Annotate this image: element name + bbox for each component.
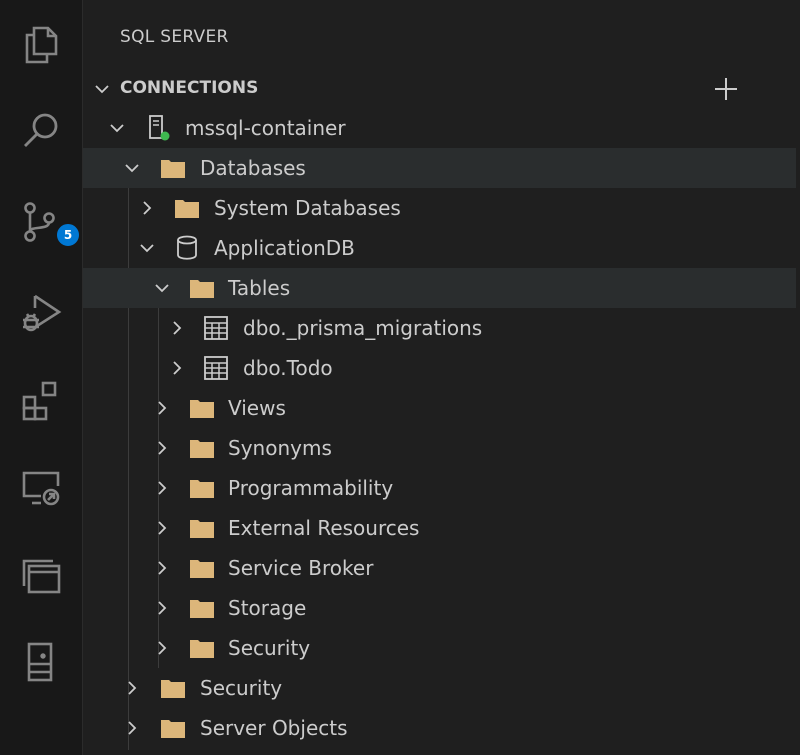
table-icon bbox=[204, 356, 228, 380]
extensions-icon[interactable] bbox=[15, 374, 67, 426]
folder-icon bbox=[190, 280, 214, 298]
tree-item-table[interactable]: dbo.Todo bbox=[83, 348, 796, 388]
sql-server-icon[interactable] bbox=[15, 548, 67, 600]
tree-item-db-security[interactable]: Security bbox=[83, 628, 796, 668]
tree-item-service-broker[interactable]: Service Broker bbox=[83, 548, 796, 588]
folder-icon bbox=[161, 160, 185, 178]
chevron-right-icon bbox=[143, 201, 152, 215]
chevron-down-icon bbox=[140, 244, 154, 253]
tables-label: Tables bbox=[228, 276, 291, 300]
tree-item-storage[interactable]: Storage bbox=[83, 588, 796, 628]
tree-item-views[interactable]: Views bbox=[83, 388, 796, 428]
server-icon bbox=[149, 115, 170, 141]
views-label: Views bbox=[228, 396, 286, 420]
source-control-badge: 5 bbox=[55, 222, 81, 248]
connections-section-header[interactable]: CONNECTIONS bbox=[83, 70, 800, 106]
database-cylinder-icon bbox=[177, 235, 197, 260]
chevron-down-icon bbox=[110, 124, 124, 133]
remote-explorer-icon[interactable] bbox=[15, 462, 67, 514]
activity-bar: 5 bbox=[0, 0, 83, 755]
tree-item-table[interactable]: dbo._prisma_migrations bbox=[83, 308, 796, 348]
chevron-down-icon bbox=[155, 284, 169, 293]
tree-item-external-resources[interactable]: External Resources bbox=[83, 508, 796, 548]
tree-item-programmability[interactable]: Programmability bbox=[83, 468, 796, 508]
chevron-right-icon bbox=[158, 481, 167, 495]
search-icon[interactable] bbox=[15, 104, 67, 156]
folder-icon bbox=[190, 480, 214, 498]
server-name: mssql-container bbox=[185, 116, 346, 140]
table-name: dbo._prisma_migrations bbox=[243, 316, 483, 340]
folder-icon bbox=[161, 680, 185, 698]
db-security-label: Security bbox=[228, 636, 311, 660]
folder-icon bbox=[190, 560, 214, 578]
synonyms-label: Synonyms bbox=[228, 436, 332, 460]
folder-icon bbox=[190, 520, 214, 538]
chevron-right-icon bbox=[158, 561, 167, 575]
connections-label: CONNECTIONS bbox=[120, 78, 259, 98]
tree-item-applicationdb[interactable]: ApplicationDB bbox=[83, 228, 796, 268]
table-icon bbox=[204, 316, 228, 340]
databases-label: Databases bbox=[200, 156, 306, 180]
chevron-right-icon bbox=[158, 521, 167, 535]
folder-icon bbox=[190, 640, 214, 658]
chevron-right-icon bbox=[158, 401, 167, 415]
tree-item-server[interactable]: mssql-container bbox=[83, 108, 796, 148]
folder-icon bbox=[161, 720, 185, 738]
chevron-right-icon bbox=[173, 361, 182, 375]
system-databases-label: System Databases bbox=[214, 196, 401, 220]
chevron-right-icon bbox=[158, 641, 167, 655]
run-debug-icon[interactable] bbox=[15, 286, 67, 338]
plus-icon[interactable] bbox=[711, 74, 741, 104]
external-resources-label: External Resources bbox=[228, 516, 420, 540]
folder-icon bbox=[190, 600, 214, 618]
chevron-right-icon bbox=[158, 601, 167, 615]
server-security-label: Security bbox=[200, 676, 283, 700]
tree-item-system-databases[interactable]: System Databases bbox=[83, 188, 796, 228]
chevron-down-icon bbox=[125, 164, 139, 173]
service-broker-label: Service Broker bbox=[228, 556, 374, 580]
source-control-icon[interactable]: 5 bbox=[15, 196, 81, 248]
chevron-down-icon bbox=[95, 85, 109, 94]
sql-server-sidebar: SQL SERVER CONNECTIONS mssql-container D… bbox=[83, 0, 800, 755]
server-objects-label: Server Objects bbox=[200, 716, 348, 740]
tree-item-databases[interactable]: Databases bbox=[83, 148, 796, 188]
database-icon[interactable] bbox=[15, 636, 67, 688]
tree-item-server-objects[interactable]: Server Objects bbox=[83, 708, 796, 748]
applicationdb-label: ApplicationDB bbox=[214, 236, 355, 260]
folder-icon bbox=[190, 440, 214, 458]
storage-label: Storage bbox=[228, 596, 307, 620]
tree-item-tables[interactable]: Tables bbox=[83, 268, 796, 308]
chevron-right-icon bbox=[158, 441, 167, 455]
chevron-right-icon bbox=[128, 681, 137, 695]
folder-icon bbox=[190, 400, 214, 418]
tree-item-server-security[interactable]: Security bbox=[83, 668, 796, 708]
programmability-label: Programmability bbox=[228, 476, 394, 500]
chevron-right-icon bbox=[173, 321, 182, 335]
chevron-right-icon bbox=[128, 721, 137, 735]
folder-icon bbox=[175, 200, 199, 218]
tree-item-synonyms[interactable]: Synonyms bbox=[83, 428, 796, 468]
sidebar-title: SQL SERVER bbox=[120, 27, 229, 47]
explorer-icon[interactable] bbox=[15, 18, 67, 70]
table-name: dbo.Todo bbox=[243, 356, 333, 380]
